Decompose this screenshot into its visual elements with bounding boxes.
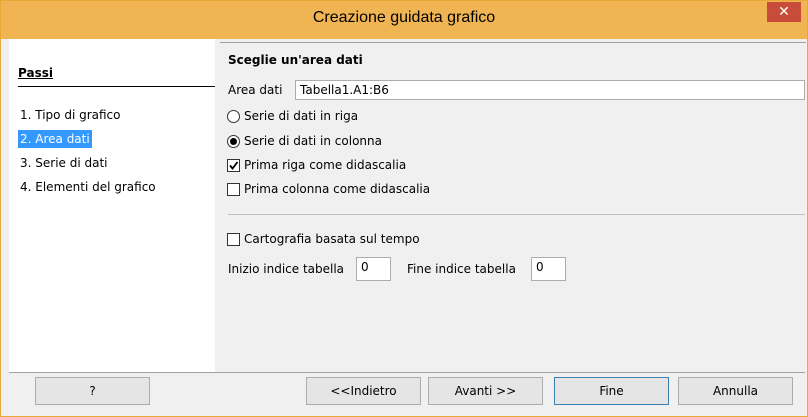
start-index-label: Inizio indice tabella (228, 262, 345, 276)
button-bar-divider (9, 372, 805, 373)
radio-series-in-rows[interactable] (227, 110, 240, 123)
content-area: Passi 1. Tipo di grafico 2. Area dati 3.… (9, 39, 806, 372)
first-row-label-checkbox[interactable] (227, 159, 240, 172)
first-row-label-text[interactable]: Prima riga come didascalia (244, 158, 406, 172)
cancel-button[interactable]: Annulla (678, 377, 793, 405)
finish-button[interactable]: Fine (554, 377, 669, 405)
step-data-range[interactable]: 2. Area dati (18, 130, 92, 148)
section-divider (228, 214, 805, 215)
step-chart-elements[interactable]: 4. Elementi del grafico (18, 178, 158, 196)
title-bar[interactable]: Creazione guidata grafico ✕ (1, 1, 807, 39)
radio-series-in-columns-label[interactable]: Serie di dati in colonna (244, 134, 382, 148)
chart-wizard-dialog: Creazione guidata grafico ✕ Passi 1. Tip… (0, 0, 808, 417)
start-index-input[interactable]: 0 (356, 257, 391, 281)
time-mapping-checkbox[interactable] (227, 233, 240, 246)
close-button[interactable]: ✕ (767, 2, 801, 22)
data-range-input[interactable]: Tabella1.A1:B6 (295, 80, 805, 100)
radio-series-in-rows-label[interactable]: Serie di dati in riga (244, 109, 358, 123)
radio-series-in-columns[interactable] (227, 135, 240, 148)
end-index-input[interactable]: 0 (531, 257, 566, 281)
time-mapping-label[interactable]: Cartografia basata sul tempo (244, 232, 420, 246)
dialog-title: Creazione guidata grafico (312, 9, 496, 26)
close-icon: ✕ (778, 4, 790, 20)
panel-top-rule (220, 42, 806, 43)
steps-divider (18, 86, 215, 87)
steps-heading: Passi (18, 66, 53, 80)
end-index-label: Fine indice tabella (407, 262, 516, 276)
checkmark-icon (229, 161, 239, 170)
help-button[interactable]: ? (35, 377, 150, 405)
next-button[interactable]: Avanti >> (428, 377, 543, 405)
first-column-label-text[interactable]: Prima colonna come didascalia (244, 182, 430, 196)
step-data-series[interactable]: 3. Serie di dati (18, 154, 110, 172)
first-column-label-checkbox[interactable] (227, 183, 240, 196)
data-range-label: Area dati (228, 83, 283, 97)
step-chart-type[interactable]: 1. Tipo di grafico (18, 106, 123, 124)
section-heading: Sceglie un'area dati (228, 53, 363, 67)
back-button[interactable]: <<Indietro (306, 377, 421, 405)
steps-panel: Passi 1. Tipo di grafico 2. Area dati 3.… (9, 39, 215, 372)
